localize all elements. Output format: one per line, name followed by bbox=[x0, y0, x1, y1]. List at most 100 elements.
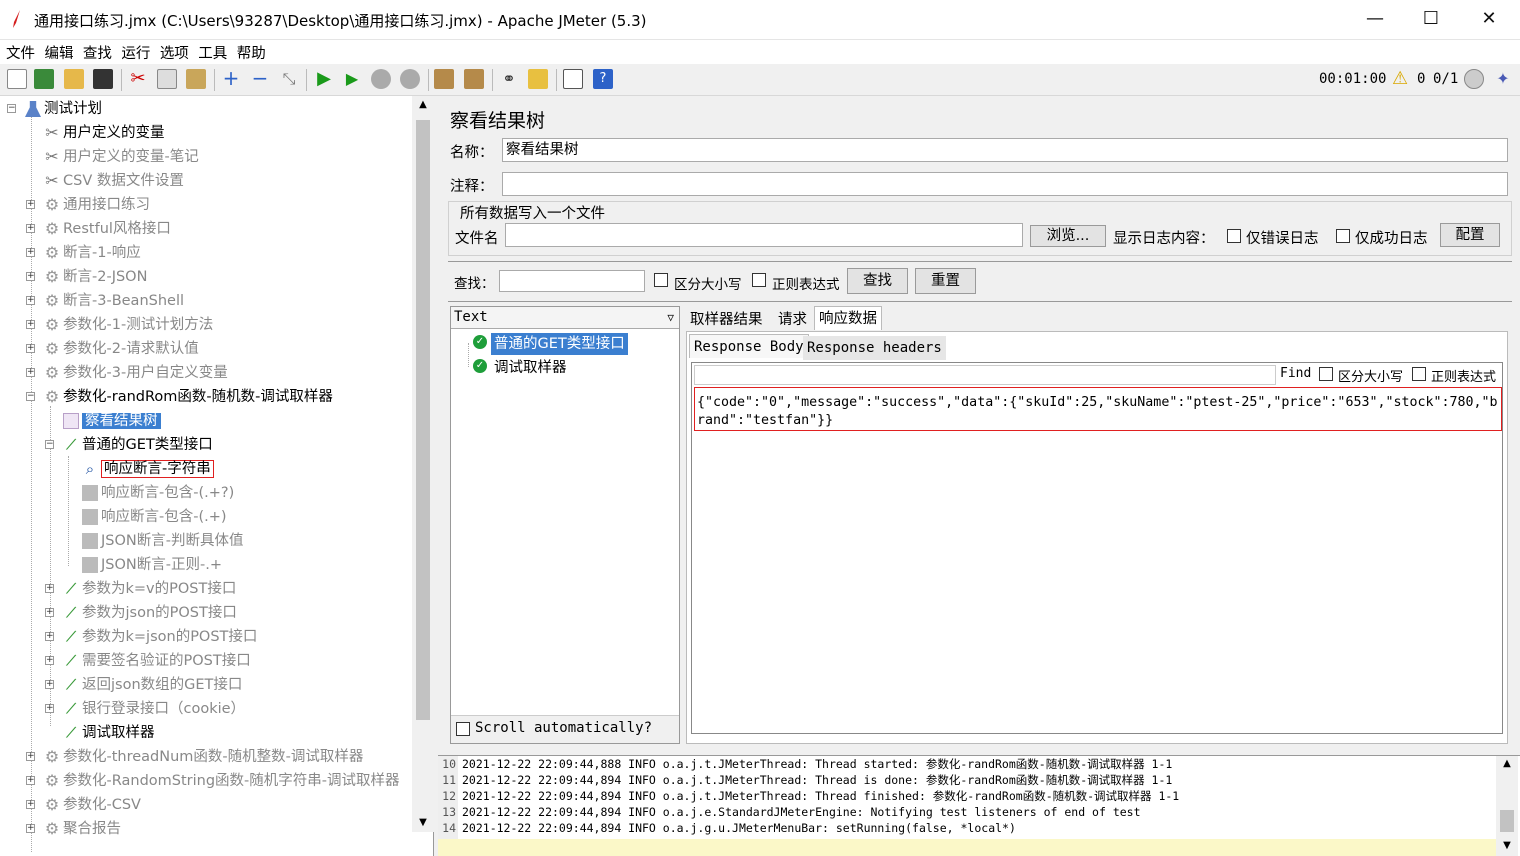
tree-node[interactable]: JSON断言-判断具体值 bbox=[101, 529, 243, 553]
tree-node[interactable]: 参数为k=json的POST接口 bbox=[82, 625, 257, 649]
start-no-pause-icon[interactable]: ▶ bbox=[342, 69, 362, 89]
tree-node[interactable]: 通用接口练习 bbox=[63, 193, 150, 217]
tree-scroll-thumb[interactable] bbox=[416, 120, 430, 720]
expand-toggle-icon[interactable]: + bbox=[45, 680, 54, 689]
menu-run[interactable]: 运行 bbox=[115, 40, 150, 63]
open-folder-icon[interactable] bbox=[64, 69, 84, 89]
log-scrollbar[interactable]: ▲ ▼ bbox=[1496, 756, 1518, 856]
tree-node[interactable]: 参数化-randRom函数-随机数-调试取样器 bbox=[63, 385, 333, 409]
tree-node[interactable]: 返回json数组的GET接口 bbox=[82, 673, 242, 697]
expand-toggle-icon[interactable]: + bbox=[45, 656, 54, 665]
configure-button[interactable]: 配置 bbox=[1440, 223, 1500, 247]
shutdown-icon[interactable] bbox=[400, 69, 420, 89]
new-icon[interactable] bbox=[7, 69, 27, 89]
tree-node[interactable]: Restful风格接口 bbox=[63, 217, 171, 241]
result-item-get[interactable]: 普通的GET类型接口 bbox=[491, 333, 628, 355]
search-regex-checkbox[interactable] bbox=[752, 273, 766, 287]
tree-node[interactable]: CSV 数据文件设置 bbox=[63, 169, 184, 193]
browse-button[interactable]: 浏览... bbox=[1030, 225, 1106, 247]
tree-node[interactable]: 响应断言-包含-(.+) bbox=[101, 505, 227, 529]
expand-toggle-icon[interactable]: + bbox=[45, 584, 54, 593]
scroll-up-arrow-icon[interactable]: ▲ bbox=[1496, 756, 1518, 772]
body-find-case-checkbox[interactable] bbox=[1319, 367, 1333, 381]
tree-node[interactable]: 参数化-3-用户自定义变量 bbox=[63, 361, 228, 385]
menu-file[interactable]: 文件 bbox=[0, 40, 35, 63]
expand-toggle-icon[interactable]: + bbox=[26, 320, 35, 329]
help-icon[interactable]: ? bbox=[593, 69, 613, 89]
menu-tools[interactable]: 工具 bbox=[192, 40, 227, 63]
test-plan-tree[interactable]: − 测试计划 ✂ 用户定义的变量 ✂ 用户定义的变量-笔记 ✂ CSV 数据文件设置 + ⚙ 通用接… bbox=[0, 96, 434, 856]
collapse-toggle-icon[interactable]: − bbox=[26, 392, 35, 401]
tab-sampler-result[interactable]: 取样器结果 bbox=[686, 308, 767, 332]
scroll-up-arrow-icon[interactable]: ▲ bbox=[412, 96, 434, 114]
tree-node[interactable]: 用户定义的变量-笔记 bbox=[63, 145, 199, 169]
stop-icon[interactable] bbox=[371, 69, 391, 89]
function-helper-icon[interactable] bbox=[563, 69, 583, 89]
scroll-down-arrow-icon[interactable]: ▼ bbox=[1496, 838, 1518, 854]
toggle-icon[interactable]: ⤡ bbox=[279, 69, 299, 89]
expand-toggle-icon[interactable]: + bbox=[26, 824, 35, 833]
collapse-icon[interactable]: − bbox=[250, 68, 270, 89]
expand-toggle-icon[interactable]: + bbox=[26, 272, 35, 281]
warning-icon[interactable]: ⚠ bbox=[1392, 68, 1408, 89]
body-find-input[interactable] bbox=[694, 365, 1276, 385]
menu-search[interactable]: 查找 bbox=[77, 40, 112, 63]
expand-toggle-icon[interactable]: + bbox=[26, 344, 35, 353]
collapse-toggle-icon[interactable]: − bbox=[7, 104, 16, 113]
tree-node[interactable]: 响应断言-字符串 bbox=[101, 457, 214, 481]
tree-node[interactable]: 断言-2-JSON bbox=[63, 265, 147, 289]
paste-icon[interactable] bbox=[186, 69, 206, 89]
tree-node[interactable]: 需要签名验证的POST接口 bbox=[82, 649, 251, 673]
menu-options[interactable]: 选项 bbox=[154, 40, 189, 63]
tree-node[interactable]: 参数化-2-请求默认值 bbox=[63, 337, 199, 361]
filename-input[interactable] bbox=[505, 223, 1023, 247]
reset-button[interactable]: 重置 bbox=[915, 268, 976, 294]
tree-node[interactable]: 参数为k=v的POST接口 bbox=[82, 577, 236, 601]
search-input[interactable] bbox=[499, 270, 645, 292]
tree-node[interactable]: 察看结果树 bbox=[82, 409, 161, 433]
scroll-auto-checkbox[interactable] bbox=[456, 722, 470, 736]
expand-toggle-icon[interactable]: + bbox=[26, 800, 35, 809]
maximize-button[interactable]: ☐ bbox=[1402, 0, 1460, 38]
log-viewer[interactable]: 10 2021-12-22 22:09:44,888 INFO o.a.j.t.J… bbox=[438, 755, 1520, 856]
cut-icon[interactable]: ✂ bbox=[128, 69, 148, 89]
expand-toggle-icon[interactable]: + bbox=[26, 248, 35, 257]
name-input[interactable]: 察看结果树 bbox=[502, 138, 1508, 162]
expand-toggle-icon[interactable]: + bbox=[45, 608, 54, 617]
expand-icon[interactable]: + bbox=[221, 68, 241, 89]
expand-toggle-icon[interactable]: + bbox=[26, 296, 35, 305]
expand-toggle-icon[interactable]: + bbox=[26, 224, 35, 233]
minimize-button[interactable]: — bbox=[1346, 0, 1404, 38]
tree-node[interactable]: 断言-1-响应 bbox=[63, 241, 141, 265]
collapse-toggle-icon[interactable]: − bbox=[45, 440, 54, 449]
remote-icon[interactable]: ✦ bbox=[1493, 69, 1513, 89]
tab-response-data[interactable]: 响应数据 bbox=[814, 306, 882, 330]
tree-node[interactable]: 聚合报告 bbox=[63, 817, 121, 841]
body-find-regex-checkbox[interactable] bbox=[1412, 367, 1426, 381]
tree-node[interactable]: 普通的GET类型接口 bbox=[82, 433, 213, 457]
tree-node[interactable]: 测试计划 bbox=[44, 97, 102, 121]
subtab-response-body[interactable]: Response Body bbox=[689, 334, 809, 358]
tab-request[interactable]: 请求 bbox=[774, 308, 811, 332]
expand-toggle-icon[interactable]: + bbox=[45, 632, 54, 641]
errors-only-checkbox[interactable] bbox=[1227, 229, 1241, 243]
close-button[interactable]: ✕ bbox=[1460, 0, 1518, 38]
result-item-debug[interactable]: 调试取样器 bbox=[494, 357, 567, 379]
expand-toggle-icon[interactable]: + bbox=[45, 704, 54, 713]
expand-toggle-icon[interactable]: + bbox=[26, 368, 35, 377]
tree-node[interactable]: 银行登录接口（cookie） bbox=[82, 697, 245, 721]
reset-search-icon[interactable] bbox=[528, 69, 548, 89]
find-button[interactable]: 查找 bbox=[847, 268, 908, 294]
expand-toggle-icon[interactable]: + bbox=[26, 752, 35, 761]
search-binoculars-icon[interactable]: ⚭ bbox=[499, 69, 519, 89]
tree-node[interactable]: 响应断言-包含-(.+?) bbox=[101, 481, 234, 505]
copy-icon[interactable] bbox=[157, 69, 177, 89]
start-icon[interactable]: ▶ bbox=[314, 69, 334, 89]
templates-icon[interactable] bbox=[34, 69, 54, 89]
tree-node[interactable]: JSON断言-正则-.+ bbox=[101, 553, 222, 577]
search-case-checkbox[interactable] bbox=[654, 273, 668, 287]
save-icon[interactable] bbox=[93, 69, 113, 89]
chevron-down-icon[interactable]: ▽ bbox=[667, 307, 674, 328]
log-scroll-thumb[interactable] bbox=[1500, 810, 1514, 832]
menu-help[interactable]: 帮助 bbox=[231, 40, 266, 63]
